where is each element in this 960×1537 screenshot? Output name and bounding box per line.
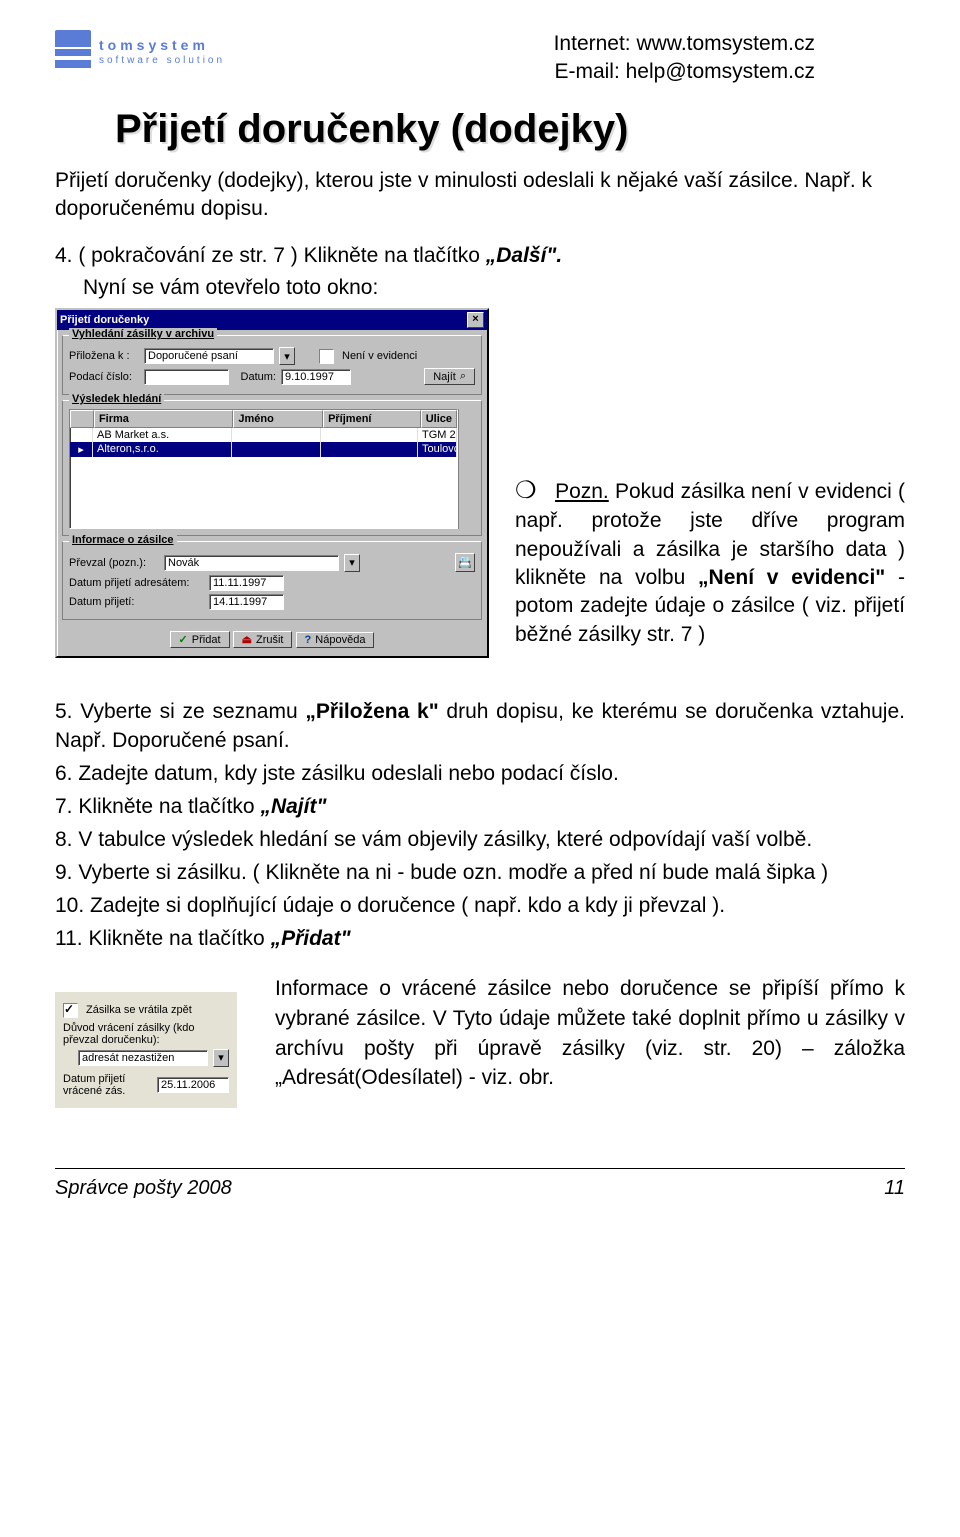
- card-icon-button[interactable]: 📇: [455, 553, 475, 572]
- logo: tomsystem software solution: [55, 30, 225, 72]
- group-info-legend: Informace o zásilce: [69, 534, 177, 546]
- najit-button[interactable]: Najít ⌕: [424, 368, 475, 385]
- footer-left: Správce pošty 2008: [55, 1177, 232, 1200]
- return-date-input[interactable]: [157, 1077, 229, 1093]
- col-jmeno[interactable]: Jméno: [233, 410, 323, 428]
- step-10: 10. Zadejte si doplňující údaje o doruče…: [55, 892, 905, 921]
- cancel-icon: ⏏: [242, 633, 252, 646]
- prevzal-combo[interactable]: Novák: [164, 555, 339, 571]
- info-right-text: Informace o vrácené zásilce nebo doručen…: [275, 974, 905, 1093]
- zrusit-button[interactable]: ⏏ Zrušit: [233, 631, 293, 648]
- col-firma[interactable]: Firma: [94, 410, 233, 428]
- intro-text: Přijetí doručenky (dodejky), kterou jste…: [55, 167, 905, 224]
- dialog-window: Přijetí doručenky × Vyhledání zásilky v …: [55, 308, 489, 658]
- chevron-down-icon[interactable]: ▾: [213, 1049, 229, 1067]
- pridat-button[interactable]: ✓ Přidat: [170, 631, 230, 648]
- contact-internet: Internet: www.tomsystem.cz: [554, 30, 815, 58]
- reason-label: Důvod vrácení zásilky (kdo převzal doruč…: [63, 1022, 229, 1046]
- chevron-down-icon[interactable]: ▾: [344, 554, 360, 572]
- page-title: Přijetí doručenky (dodejky): [115, 107, 905, 152]
- side-note: ❍ Pozn. Pokud zásilka není v evidenci ( …: [515, 475, 905, 649]
- footer-page-number: 11: [884, 1177, 905, 1200]
- result-table[interactable]: Firma Jméno Příjmení Ulice AB Market a.s…: [69, 409, 458, 529]
- help-icon: ?: [305, 634, 312, 646]
- step-6: 6. Zadejte datum, kdy jste zásilku odesl…: [55, 760, 905, 789]
- reason-combo[interactable]: adresát nezastižen: [78, 1050, 208, 1066]
- return-date-label: Datum přijetí vrácené zás.: [63, 1073, 152, 1097]
- step-4: 4. ( pokračování ze str. 7 ) Klikněte na…: [55, 241, 905, 270]
- datum-prijeti-input[interactable]: [209, 594, 284, 610]
- datum-prijeti-label: Datum přijetí:: [69, 596, 204, 608]
- col-prijmeni[interactable]: Příjmení: [323, 410, 421, 428]
- napoveda-button[interactable]: ? Nápověda: [296, 632, 375, 648]
- step-4-sub: Nyní se vám otevřelo toto okno:: [83, 273, 905, 302]
- brand-name: tomsystem: [99, 37, 225, 53]
- podaci-label: Podací číslo:: [69, 371, 139, 383]
- chevron-down-icon[interactable]: ▾: [279, 347, 295, 365]
- datum-adr-label: Datum přijetí adresátem:: [69, 577, 204, 589]
- window-title: Přijetí doručenky: [60, 314, 149, 326]
- table-row-selected[interactable]: ▸ Alteron,s.r.o. Toulovcovo: [70, 442, 457, 457]
- close-icon[interactable]: ×: [467, 312, 484, 328]
- return-panel: Zásilka se vrátila zpět Důvod vrácení zá…: [55, 992, 237, 1108]
- group-search: Vyhledání zásilky v archivu Přiložena k …: [62, 335, 482, 395]
- datum-label: Datum:: [234, 371, 276, 383]
- group-info: Informace o zásilce Převzal (pozn.): Nov…: [62, 541, 482, 620]
- footer-divider: [55, 1168, 905, 1169]
- brand-subtitle: software solution: [99, 55, 225, 66]
- step-11: 11. Klikněte na tlačítko „Přidat": [55, 925, 905, 954]
- step-8: 8. V tabulce výsledek hledání se vám obj…: [55, 826, 905, 855]
- step-9: 9. Vyberte si zásilku. ( Klikněte na ni …: [55, 859, 905, 888]
- step-7: 7. Klikněte na tlačítko „Najít": [55, 793, 905, 822]
- logo-icon: [55, 30, 91, 72]
- podaci-input[interactable]: [144, 369, 229, 385]
- returned-label: Zásilka se vrátila zpět: [86, 1004, 192, 1016]
- group-result: Výsledek hledání Firma Jméno Příjmení Ul…: [62, 400, 482, 536]
- datum-input[interactable]: [281, 369, 351, 385]
- group-result-legend: Výsledek hledání: [69, 393, 164, 405]
- step-5: 5. Vyberte si ze seznamu „Přiložena k" d…: [55, 698, 905, 756]
- contact-email: E-mail: help@tomsystem.cz: [554, 58, 815, 86]
- search-icon: ⌕: [460, 370, 466, 383]
- contact-block: Internet: www.tomsystem.cz E-mail: help@…: [554, 30, 815, 87]
- row-pointer-icon: ▸: [70, 442, 93, 457]
- prilozena-combo[interactable]: Doporučené psaní: [144, 348, 274, 364]
- table-row[interactable]: AB Market a.s. TGM 235: [70, 428, 457, 442]
- group-search-legend: Vyhledání zásilky v archivu: [69, 328, 217, 340]
- prilozena-label: Přiložena k :: [69, 350, 139, 362]
- titlebar: Přijetí doručenky ×: [57, 310, 487, 330]
- prevzal-label: Převzal (pozn.):: [69, 557, 159, 569]
- returned-checkbox[interactable]: [63, 1003, 78, 1018]
- col-ulice[interactable]: Ulice: [421, 410, 457, 428]
- datum-adr-input[interactable]: [209, 575, 284, 591]
- scrollbar[interactable]: [458, 409, 475, 529]
- check-icon: ✓: [179, 633, 188, 646]
- not-in-evidence-checkbox[interactable]: [319, 349, 334, 364]
- not-in-evidence-label: Není v evidenci: [342, 350, 417, 362]
